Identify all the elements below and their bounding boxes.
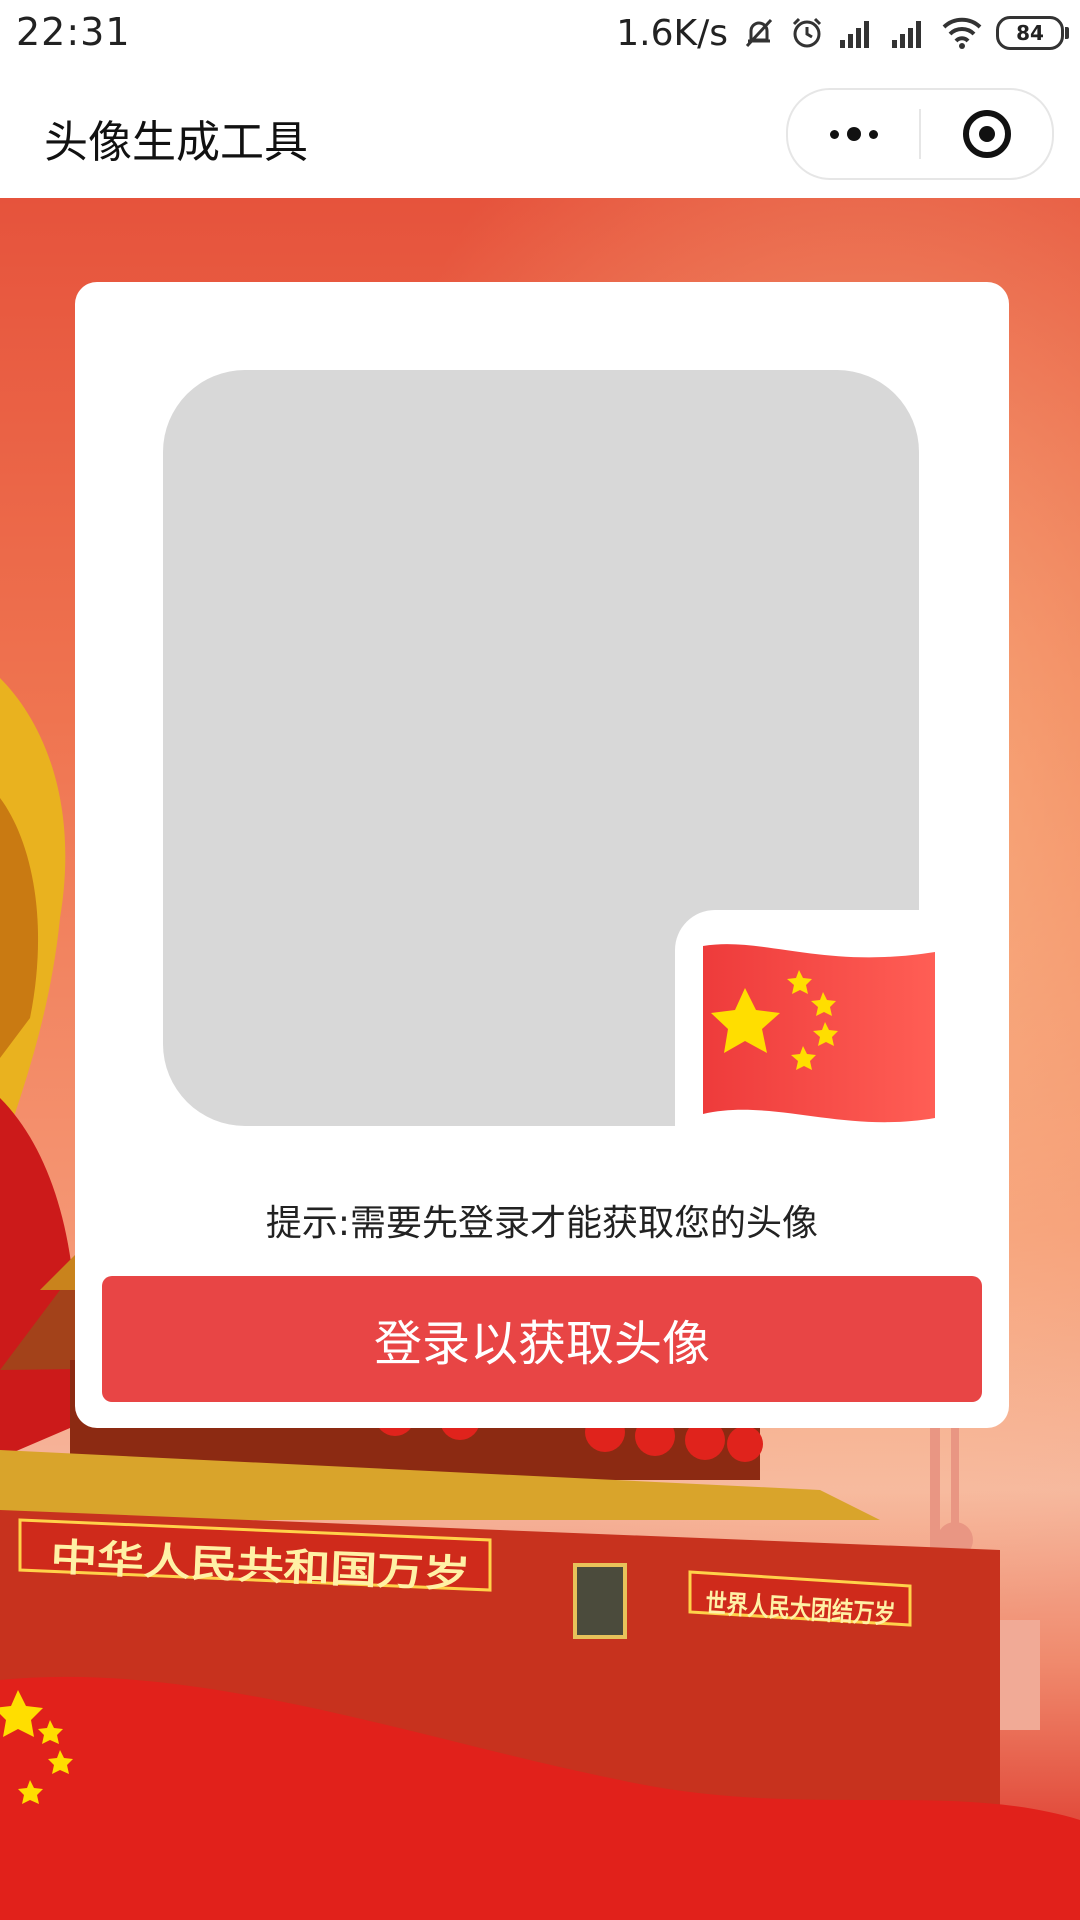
- mini-program-capsule: [786, 88, 1054, 180]
- status-icons: 1.6K/s 84: [616, 8, 1069, 58]
- close-button[interactable]: [921, 90, 1052, 178]
- cell-signal-icon: [840, 21, 869, 48]
- flag-badge: [675, 910, 955, 1132]
- title-bar: 头像生成工具: [0, 68, 1080, 198]
- page-title: 头像生成工具: [44, 117, 308, 168]
- target-icon: [962, 110, 1011, 158]
- more-dot-icon: [868, 129, 878, 139]
- network-speed: 1.6K/s: [616, 12, 728, 54]
- mute-icon: [745, 18, 773, 48]
- more-dot-icon: [829, 129, 839, 139]
- avatar-card: 提示:需要先登录才能获取您的头像 登录以获取头像: [75, 282, 1009, 1428]
- more-button[interactable]: [788, 90, 919, 178]
- status-time: 22:31: [16, 10, 131, 54]
- more-dot-icon: [846, 127, 861, 141]
- cell-signal-icon: [892, 21, 921, 48]
- china-flag-icon: [703, 944, 935, 1123]
- screen: 22:31 1.6K/s 84 头像生成工具 中华人民共和国万岁 世界人民大团结…: [0, 0, 1080, 1920]
- wifi-icon: [942, 17, 982, 49]
- battery-icon: 84: [996, 16, 1069, 50]
- login-hint: 提示:需要先登录才能获取您的头像: [265, 1203, 819, 1244]
- login-button[interactable]: 登录以获取头像: [102, 1276, 982, 1402]
- alarm-icon: [792, 17, 822, 48]
- status-bar: 22:31 1.6K/s 84: [0, 0, 1080, 68]
